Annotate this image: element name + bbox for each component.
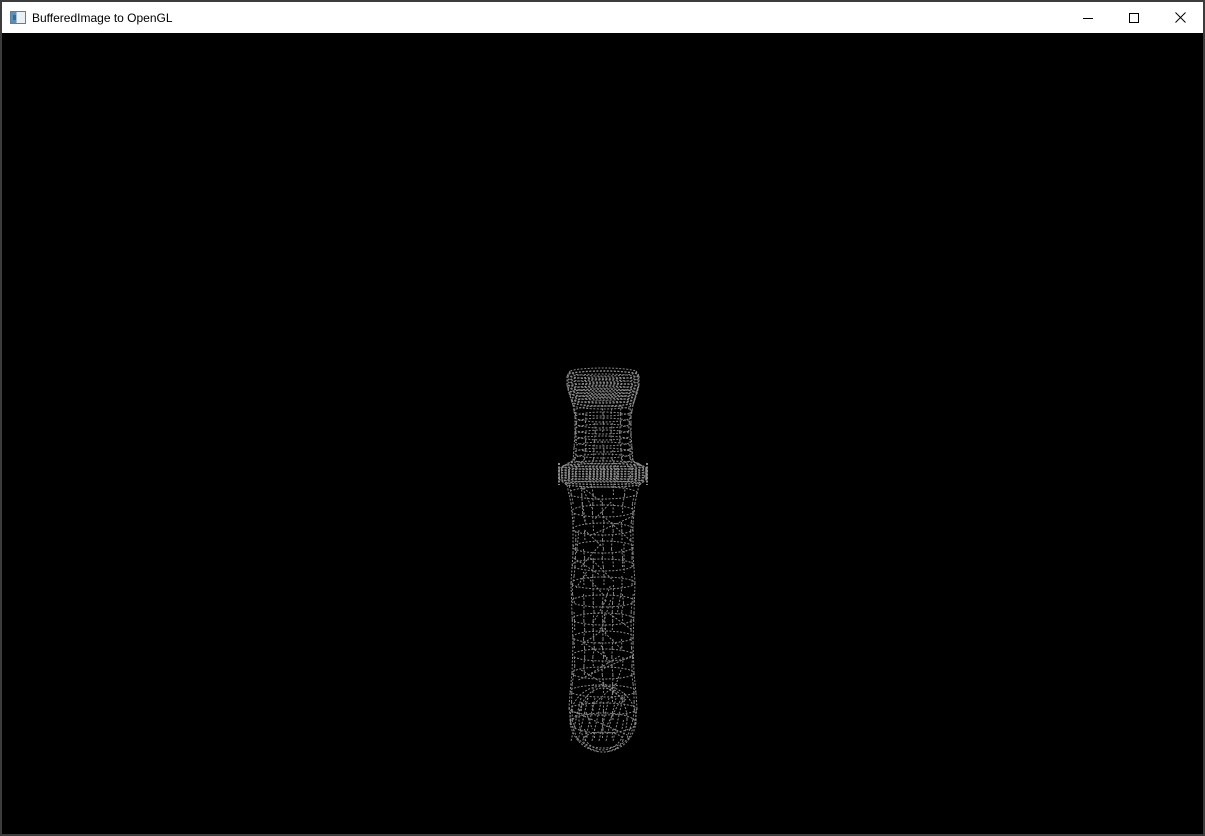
close-icon [1174,12,1186,23]
mesh-edges [558,367,648,753]
maximize-icon [1129,12,1139,23]
minimize-button[interactable] [1065,2,1111,33]
window-controls [1065,2,1203,33]
window-title: BufferedImage to OpenGL [32,10,173,25]
close-button[interactable] [1157,2,1203,33]
title-bar[interactable]: BufferedImage to OpenGL [2,2,1203,33]
application-window: BufferedImage to OpenGL [0,0,1205,836]
app-icon[interactable] [10,11,26,24]
minimize-icon [1083,17,1093,19]
maximize-button[interactable] [1111,2,1157,33]
wireframe-model [2,33,1203,834]
opengl-viewport[interactable] [2,33,1203,834]
